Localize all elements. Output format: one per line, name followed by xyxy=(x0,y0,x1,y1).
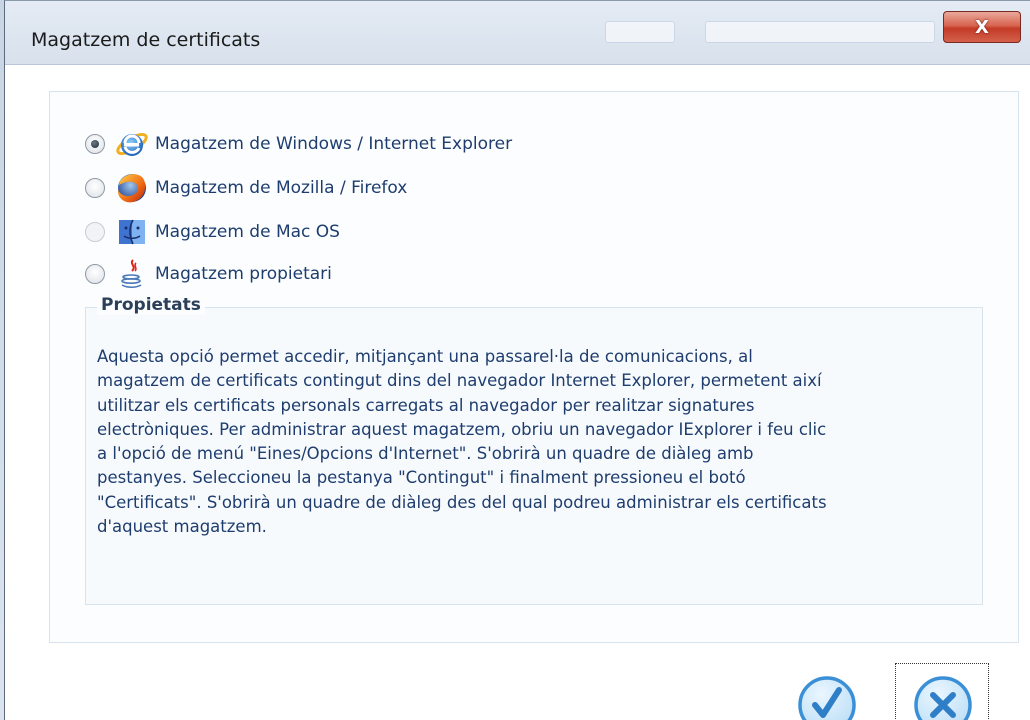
cancel-x-icon xyxy=(913,675,973,720)
radio-proprietary-store[interactable] xyxy=(85,264,105,284)
radio-firefox-store[interactable] xyxy=(85,178,105,198)
checkmark-icon xyxy=(797,675,857,720)
close-icon: X xyxy=(975,16,989,38)
internet-explorer-icon xyxy=(115,127,149,161)
background-ghost-field xyxy=(605,21,675,43)
radio-windows-store[interactable] xyxy=(85,134,105,154)
option-firefox-store[interactable]: Magatzem de Mozilla / Firefox xyxy=(85,171,645,205)
properties-description: Aquesta opció permet accedir, mitjançant… xyxy=(97,345,967,539)
option-label: Magatzem de Mozilla / Firefox xyxy=(155,178,408,198)
description-line: pestanyes. Seleccioneu la pestanya "Cont… xyxy=(97,468,746,488)
description-line: electròniques. Per administrar aquest ma… xyxy=(97,419,827,439)
accept-button[interactable] xyxy=(797,675,857,720)
description-line: a l'opció de menú "Eines/Opcions d'Inter… xyxy=(97,444,754,464)
java-icon xyxy=(115,257,149,291)
description-line: d'aquest magatzem. xyxy=(97,517,267,537)
dialog-body: Magatzem de Windows / Internet Explorer xyxy=(5,65,1030,720)
description-line: magatzem de certificats contingut dins d… xyxy=(97,371,822,391)
option-label: Magatzem propietari xyxy=(155,264,332,284)
description-line: "Certificats". S'obrirà un quadre de dià… xyxy=(97,492,827,512)
background-ghost-field xyxy=(705,21,935,43)
cancel-button[interactable] xyxy=(913,675,973,720)
option-proprietary-store[interactable]: Magatzem propietari xyxy=(85,257,645,291)
mac-os-finder-icon xyxy=(115,215,149,249)
option-label: Magatzem de Mac OS xyxy=(155,222,340,242)
description-line: utilitzar els certificats personals carr… xyxy=(97,395,755,415)
option-label: Magatzem de Windows / Internet Explorer xyxy=(155,134,513,154)
radio-macos-store[interactable] xyxy=(85,222,105,242)
title-bar[interactable]: Magatzem de certificats X xyxy=(5,1,1030,65)
description-line: Aquesta opció permet accedir, mitjançant… xyxy=(97,347,753,366)
option-windows-store[interactable]: Magatzem de Windows / Internet Explorer xyxy=(85,127,645,161)
close-button[interactable]: X xyxy=(943,11,1021,43)
certificate-store-dialog: Magatzem de certificats X Magatzem de Wi… xyxy=(4,0,1030,720)
option-macos-store[interactable]: Magatzem de Mac OS xyxy=(85,215,645,249)
window-title: Magatzem de certificats xyxy=(31,29,261,51)
properties-legend: Propietats xyxy=(97,295,205,315)
firefox-icon xyxy=(115,171,149,205)
